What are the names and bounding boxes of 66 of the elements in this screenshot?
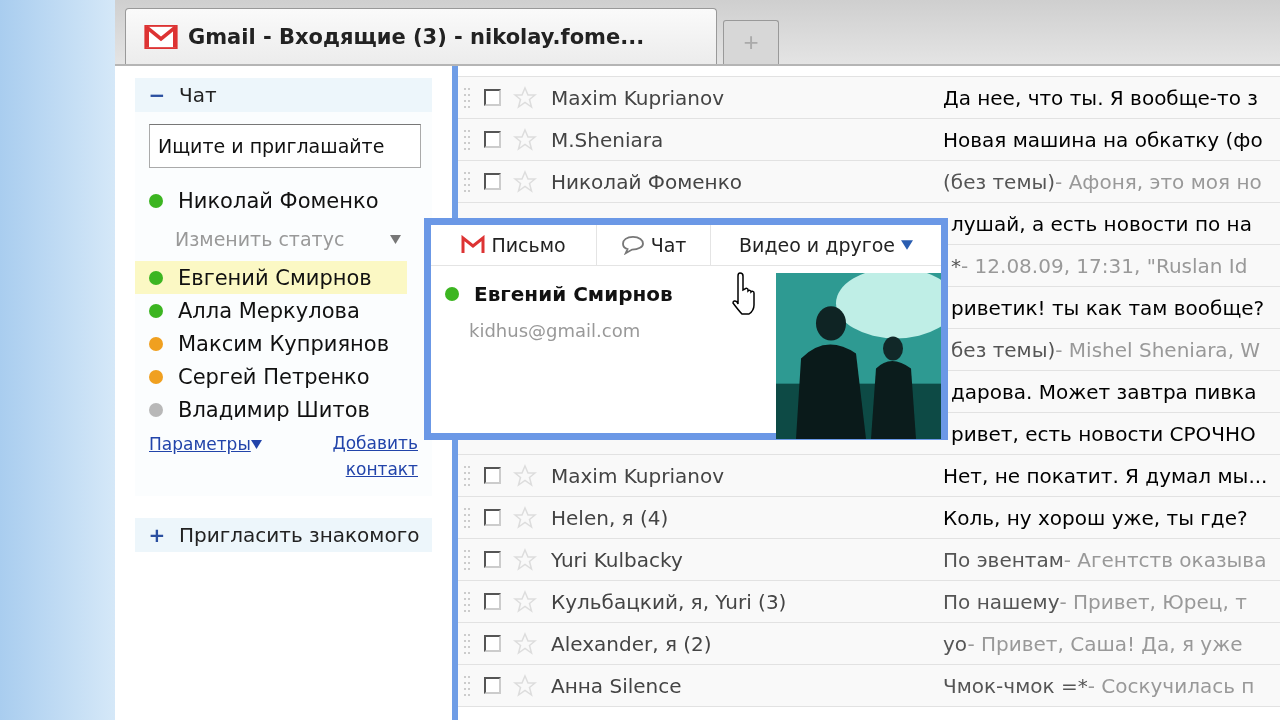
- sender-name: Yuri Kulbacky: [550, 547, 684, 572]
- message-subject[interactable]: По нашему- Привет, Юрец, т: [943, 589, 1247, 614]
- drag-handle-icon[interactable]: [464, 675, 472, 696]
- sender-name: Николай Фоменко: [550, 169, 743, 194]
- star-icon[interactable]: [513, 463, 537, 488]
- message-subject[interactable]: Да нее, что ты. Я вообще-то з: [943, 85, 1258, 110]
- checkbox[interactable]: [484, 509, 501, 526]
- star-icon[interactable]: [513, 85, 537, 110]
- dropdown-arrow-icon: [250, 440, 262, 449]
- contact-item[interactable]: Владимир Шитов: [135, 393, 407, 426]
- contact-email: kidhus@gmail.com: [468, 320, 641, 341]
- star-icon[interactable]: [513, 589, 537, 614]
- checkbox[interactable]: [484, 593, 501, 610]
- sender-name: Alexander, я (2): [550, 631, 713, 656]
- message-subject[interactable]: (без темы)- Афоня, это моя но: [943, 169, 1262, 194]
- contact-item[interactable]: Сергей Петренко: [135, 360, 407, 393]
- star-icon[interactable]: [513, 547, 537, 572]
- message-subject[interactable]: Нет, не покатит. Я думал мы...: [943, 463, 1268, 488]
- checkbox[interactable]: [484, 551, 501, 568]
- sender-name: M.Sheniara: [550, 127, 665, 152]
- contact-item[interactable]: Максим Куприянов: [135, 327, 407, 360]
- drag-handle-icon[interactable]: [464, 129, 472, 150]
- checkbox[interactable]: [484, 635, 501, 652]
- checkbox[interactable]: [484, 173, 501, 190]
- sender-name: Maxim Kuprianov: [550, 463, 726, 488]
- message-subject[interactable]: Чмок-чмок =*- Соскучилась п: [943, 673, 1255, 698]
- search-field[interactable]: Ищите и приглашайте: [149, 124, 421, 168]
- contact-item[interactable]: Евгений Смирнов: [135, 261, 407, 294]
- message-subject[interactable]: Новая машина на обкатку (фо: [943, 127, 1263, 152]
- drag-handle-icon[interactable]: [464, 507, 472, 528]
- mail-logo-icon: [144, 24, 178, 49]
- star-icon[interactable]: [513, 169, 537, 194]
- checkbox[interactable]: [484, 467, 501, 484]
- speech-bubble-icon: [620, 235, 645, 255]
- chat-header[interactable]: − Чат: [135, 78, 432, 112]
- dropdown-arrow-icon: [390, 234, 401, 244]
- sender-name: Кульбацкий, я, Yuri (3): [550, 589, 788, 614]
- user-name: Николай Фоменко: [178, 188, 379, 213]
- contact-item[interactable]: Алла Меркулова: [135, 294, 407, 327]
- sender-name: Анна Silence: [550, 673, 683, 698]
- checkbox[interactable]: [484, 131, 501, 148]
- drag-handle-icon[interactable]: [464, 549, 472, 570]
- browser-tab[interactable]: Gmail - Входящие (3) - nikolay.fome...: [125, 8, 717, 64]
- drag-handle-icon[interactable]: [464, 591, 472, 612]
- checkbox[interactable]: [484, 89, 501, 106]
- dropdown-arrow-icon: [901, 240, 913, 250]
- star-icon[interactable]: [513, 673, 537, 698]
- sender-name: Maxim Kuprianov: [550, 85, 726, 110]
- star-icon[interactable]: [513, 505, 537, 530]
- invite-friend-button[interactable]: + Пригласить знакомого: [135, 518, 432, 552]
- options-link[interactable]: Параметры: [149, 434, 251, 454]
- checkbox[interactable]: [484, 677, 501, 694]
- star-icon[interactable]: [513, 127, 537, 152]
- drag-handle-icon[interactable]: [464, 465, 472, 486]
- contact-name: Евгений Смирнов: [474, 282, 673, 306]
- message-subject[interactable]: yo- Привет, Саша! Да, я уже: [943, 631, 1243, 656]
- star-icon[interactable]: [513, 631, 537, 656]
- message-subject[interactable]: риветик! ты как там вообще?: [951, 295, 1265, 320]
- drag-handle-icon[interactable]: [464, 87, 472, 108]
- drag-handle-icon[interactable]: [464, 171, 472, 192]
- add-contact-link[interactable]: Добавить контакт: [318, 430, 418, 482]
- mail-icon: [461, 235, 486, 255]
- sender-name: Helen, я (4): [550, 505, 670, 530]
- message-subject[interactable]: По эвентам- Агентств оказыва: [943, 547, 1267, 572]
- drag-handle-icon[interactable]: [464, 633, 472, 654]
- message-subject[interactable]: Коль, ну хорош уже, ты где?: [943, 505, 1248, 530]
